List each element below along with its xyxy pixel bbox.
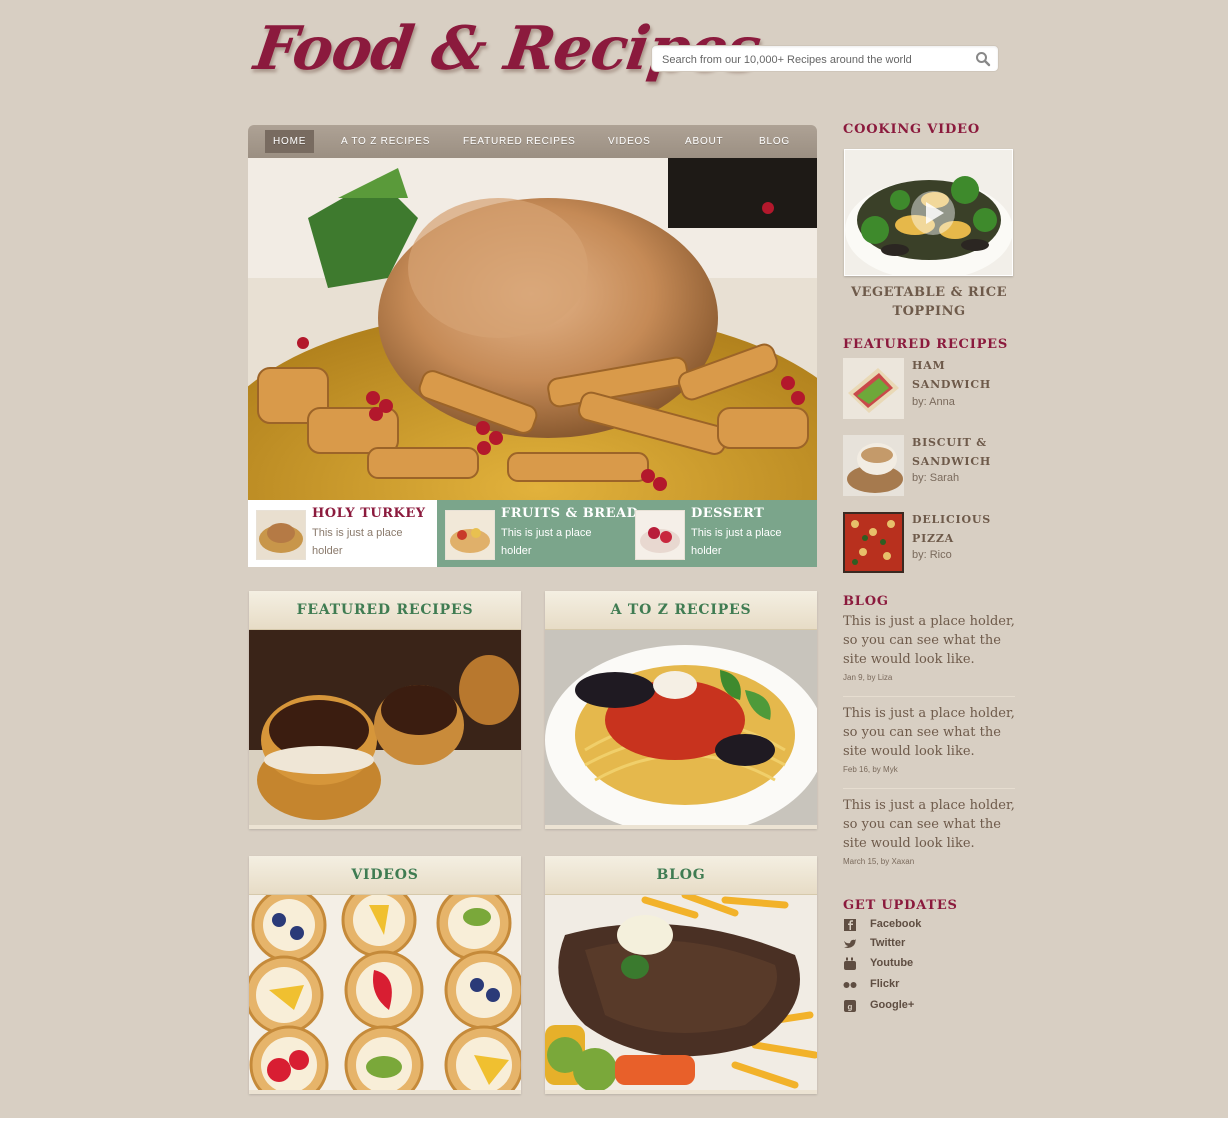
featured-recipes-heading: FEATURED RECIPES [843, 337, 1009, 352]
blog-divider [843, 696, 1015, 697]
a-to-z-recipes-image[interactable] [545, 630, 817, 825]
hero-turkey-image[interactable] [248, 158, 817, 500]
dessert-thumbnail [635, 510, 685, 560]
strip-card-holy-turkey[interactable]: HOLY TURKEY This is just a place holder [248, 500, 437, 567]
nav-home[interactable]: HOME [265, 130, 315, 153]
featured-recipes-image[interactable] [249, 630, 521, 825]
search-box[interactable] [651, 45, 999, 72]
section-a-to-z-recipes[interactable]: A TO Z RECIPES [545, 591, 817, 829]
section-title[interactable]: BLOG [545, 856, 817, 895]
blog-post[interactable]: This is just a place holder, so you can … [843, 796, 1018, 866]
get-updates-heading: GET UPDATES [843, 898, 958, 913]
videos-image[interactable] [249, 895, 521, 1090]
social-link-label: Twitter [870, 937, 906, 949]
cooking-video-title[interactable]: VEGETABLE & RICE TOPPING [843, 283, 1015, 321]
blog-post-meta: Jan 9, by Liza [843, 673, 893, 682]
svg-text:g: g [848, 1003, 853, 1012]
strip-text: This is just a place holder [501, 527, 592, 557]
page-bottom-edge [0, 1118, 1228, 1125]
featured-item-title: HAM SANDWICH [912, 359, 992, 391]
cooking-video-thumbnail[interactable] [844, 149, 1013, 276]
google-plus-icon: g [844, 1000, 856, 1012]
cooking-video-heading: COOKING VIDEO [843, 122, 980, 137]
strip-title: HOLY TURKEY [312, 506, 426, 521]
strip-text: This is just a place holder [691, 527, 782, 557]
facebook-icon [844, 919, 856, 931]
section-title[interactable]: FEATURED RECIPES [249, 591, 521, 630]
featured-strip: HOLY TURKEY This is just a place holder … [248, 500, 817, 567]
social-link-label: Facebook [870, 918, 922, 930]
main-nav: HOME A TO Z RECIPES FEATURED RECIPES VID… [248, 125, 817, 158]
search-icon[interactable] [975, 51, 991, 67]
section-featured-recipes[interactable]: FEATURED RECIPES [249, 591, 521, 829]
nav-a-to-z-recipes[interactable]: A TO Z RECIPES [341, 130, 430, 153]
social-link-label: Youtube [870, 957, 914, 969]
social-link-label: Google+ [870, 999, 915, 1011]
featured-item-author: by: Sarah [912, 472, 960, 484]
blog-divider [843, 788, 1015, 789]
strip-card-fruits-bread[interactable]: FRUITS & BREAD This is just a place hold… [437, 500, 638, 567]
twitter-icon [844, 939, 856, 948]
holy-turkey-thumbnail [256, 510, 306, 560]
blog-post-meta: Feb 16, by Myk [843, 765, 898, 774]
featured-item-author: by: Anna [912, 396, 955, 408]
featured-item-title: BISCUIT & SANDWICH [912, 436, 992, 468]
strip-title: FRUITS & BREAD [501, 506, 639, 521]
delicious-pizza-thumbnail [843, 512, 904, 573]
strip-card-dessert[interactable]: DESSERT This is just a place holder [627, 500, 817, 567]
nav-blog[interactable]: BLOG [759, 130, 790, 153]
featured-item-biscuit-sandwich[interactable]: BISCUIT & SANDWICH by: Sarah [843, 435, 1015, 497]
featured-item-author: by: Rico [912, 549, 952, 561]
social-link-label: Flickr [870, 978, 900, 990]
biscuit-sandwich-thumbnail [843, 435, 904, 496]
featured-item-ham-sandwich[interactable]: HAM SANDWICH by: Anna [843, 358, 1015, 420]
featured-item-title: DELICIOUS PIZZA [912, 513, 992, 545]
blog-post-meta: March 15, by Xaxan [843, 857, 915, 866]
flickr-icon [843, 982, 857, 988]
blog-post[interactable]: This is just a place holder, so you can … [843, 612, 1018, 682]
fruits-bread-thumbnail [445, 510, 495, 560]
search-input[interactable] [660, 50, 974, 70]
blog-heading: BLOG [843, 594, 889, 609]
section-videos[interactable]: VIDEOS [249, 856, 521, 1094]
section-blog[interactable]: BLOG [545, 856, 817, 1094]
section-title[interactable]: VIDEOS [249, 856, 521, 895]
section-title[interactable]: A TO Z RECIPES [545, 591, 817, 630]
nav-featured-recipes[interactable]: FEATURED RECIPES [463, 130, 576, 153]
nav-videos[interactable]: VIDEOS [608, 130, 651, 153]
blog-post-text: This is just a place holder, so you can … [843, 798, 1015, 851]
strip-title: DESSERT [691, 506, 765, 521]
blog-post-text: This is just a place holder, so you can … [843, 614, 1015, 667]
blog-post[interactable]: This is just a place holder, so you can … [843, 704, 1018, 774]
featured-item-delicious-pizza[interactable]: DELICIOUS PIZZA by: Rico [843, 512, 1015, 574]
youtube-icon [844, 957, 856, 970]
blog-post-text: This is just a place holder, so you can … [843, 706, 1015, 759]
ham-sandwich-thumbnail [843, 358, 904, 419]
nav-about[interactable]: ABOUT [685, 130, 723, 153]
blog-image[interactable] [545, 895, 817, 1090]
strip-text: This is just a place holder [312, 527, 403, 557]
